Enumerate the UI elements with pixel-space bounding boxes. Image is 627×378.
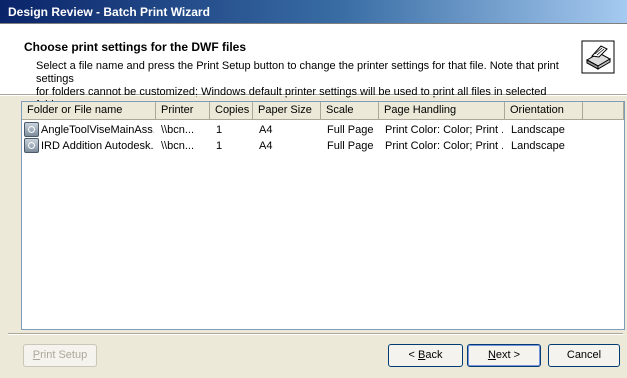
dwf-file-icon xyxy=(24,122,39,137)
cell-orientation: Landscape xyxy=(511,124,565,136)
next-label: ext > xyxy=(495,349,521,361)
table-row[interactable]: IRD Addition Autodesk... \\bcn... 1 A4 F… xyxy=(22,138,624,154)
header-separator xyxy=(0,95,627,96)
column-header-scale[interactable]: Scale xyxy=(321,102,379,119)
cell-copies: 1 xyxy=(216,140,223,152)
wizard-header: Choose print settings for the DWF files … xyxy=(0,24,627,111)
cancel-button[interactable]: Cancel xyxy=(548,344,620,367)
cell-page-handling: Print Color: Color; Print ... xyxy=(385,140,503,152)
window-title: Design Review - Batch Print Wizard xyxy=(8,5,210,19)
dwf-file-icon xyxy=(24,138,39,153)
print-setup-button[interactable]: Print Setup xyxy=(23,344,97,367)
cell-page-handling: Print Color: Color; Print ... xyxy=(385,124,503,136)
cell-paper-size: A4 xyxy=(259,140,273,152)
page-title: Choose print settings for the DWF files xyxy=(24,40,247,54)
back-button[interactable]: < Back xyxy=(388,344,463,367)
column-header-spacer xyxy=(583,102,624,119)
title-bar: Design Review - Batch Print Wizard xyxy=(0,0,627,24)
cell-name: IRD Addition Autodesk... xyxy=(41,140,154,152)
table-row[interactable]: AngleToolViseMainAss... \\bcn... 1 A4 Fu… xyxy=(22,122,624,138)
cell-printer: \\bcn... xyxy=(161,124,195,136)
description-line-1: Select a file name and press the Print S… xyxy=(36,60,559,85)
column-header-page-handling[interactable]: Page Handling xyxy=(379,102,505,119)
cell-paper-size: A4 xyxy=(259,124,273,136)
next-button[interactable]: Next > xyxy=(467,344,541,367)
cell-printer: \\bcn... xyxy=(161,140,195,152)
cell-copies: 1 xyxy=(216,124,223,136)
back-prefix: < xyxy=(408,349,418,361)
next-accel: N xyxy=(487,349,496,361)
cell-orientation: Landscape xyxy=(511,140,565,152)
file-list[interactable]: Folder or File name Printer Copies Paper… xyxy=(21,101,625,330)
back-label: ack xyxy=(425,349,443,361)
column-header-paper-size[interactable]: Paper Size xyxy=(253,102,321,119)
footer-separator xyxy=(8,333,623,335)
column-header-name[interactable]: Folder or File name xyxy=(22,102,156,119)
cell-scale: Full Page xyxy=(327,140,374,152)
list-header: Folder or File name Printer Copies Paper… xyxy=(22,102,624,120)
column-header-copies[interactable]: Copies xyxy=(210,102,253,119)
print-setup-label: rint Setup xyxy=(40,349,88,361)
cell-name: AngleToolViseMainAss... xyxy=(41,124,154,136)
cell-scale: Full Page xyxy=(327,124,374,136)
printer-icon xyxy=(581,40,615,74)
column-header-printer[interactable]: Printer xyxy=(156,102,210,119)
column-header-orientation[interactable]: Orientation xyxy=(505,102,583,119)
